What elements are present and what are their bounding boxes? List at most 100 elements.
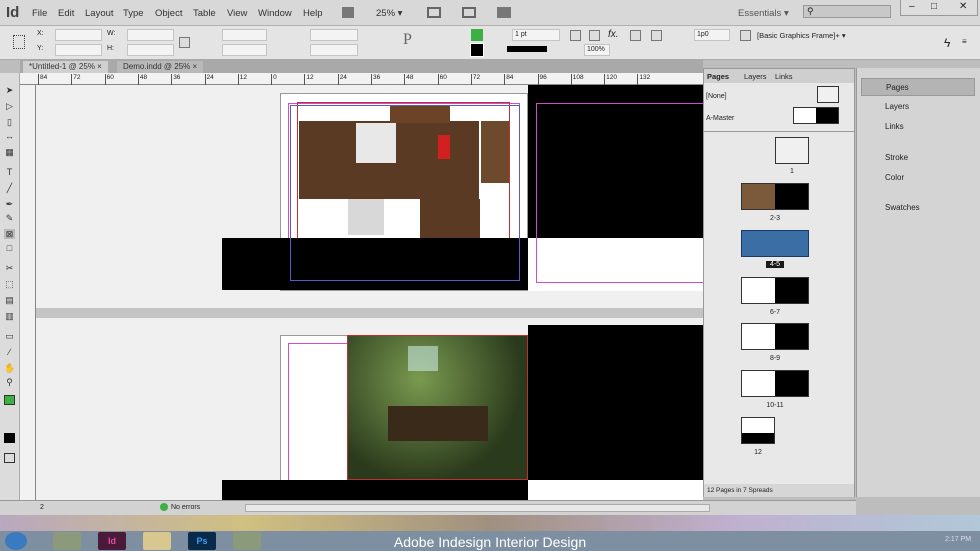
dining-room-image[interactable] [347, 335, 528, 480]
menu-table[interactable]: Table [193, 8, 216, 19]
search-input[interactable]: ⚲ [803, 5, 891, 18]
tab-layers[interactable]: Layers [744, 72, 767, 81]
tab-links[interactable]: Links [775, 72, 793, 81]
page-thumb-1[interactable] [775, 137, 809, 164]
apply-color-icon[interactable] [4, 433, 15, 443]
zoom-tool-icon[interactable]: ⚲ [4, 377, 15, 387]
reference-point-icon[interactable] [13, 35, 25, 49]
content-collector-icon[interactable]: ▦ [4, 147, 15, 157]
preflight-status[interactable]: No errors [171, 504, 200, 511]
page-thumb-10-11[interactable] [741, 370, 809, 397]
document-canvas[interactable] [36, 85, 703, 500]
zoom-level-dropdown[interactable]: 25% ▾ [376, 8, 402, 19]
effects-icon[interactable]: fx. [608, 29, 619, 40]
vertical-ruler[interactable] [20, 85, 36, 500]
workspace-switcher[interactable]: Essentials ▾ [738, 8, 789, 19]
rotation-field[interactable] [310, 29, 358, 41]
close-button[interactable]: ✕ [959, 1, 967, 12]
rectangle-frame-tool-icon[interactable]: ⊠ [4, 229, 15, 239]
gradient-tool-icon[interactable]: ▤ [4, 295, 15, 305]
black-frame[interactable] [528, 325, 703, 480]
menu-view[interactable]: View [227, 8, 247, 19]
screen-mode-icon[interactable] [462, 7, 476, 18]
pen-tool-icon[interactable]: ✒ [4, 199, 15, 209]
type-tool-icon[interactable]: T [4, 167, 15, 177]
note-tool-icon[interactable]: ▭ [4, 331, 15, 341]
selection-tool-icon[interactable]: ➤ [4, 85, 15, 95]
panel-pages[interactable]: Pages [861, 78, 975, 96]
horizontal-ruler[interactable]: 84 72 60 48 36 24 12 0 12 24 36 48 60 72 84 96 108 120 132 [20, 73, 703, 85]
page-thumb-8-9[interactable] [741, 323, 809, 350]
panel-layers[interactable]: Layers [861, 98, 975, 116]
horizontal-scrollbar[interactable] [245, 504, 710, 512]
page-number-field[interactable]: 2 [40, 504, 44, 511]
rectangle-tool-icon[interactable]: □ [4, 243, 15, 253]
panel-stroke[interactable]: Stroke [861, 149, 975, 167]
height-field[interactable] [127, 44, 174, 56]
free-transform-tool-icon[interactable]: ⬚ [4, 279, 15, 289]
gradient-feather-icon[interactable]: ▥ [4, 311, 15, 321]
text-wrap-icon[interactable] [630, 30, 641, 41]
opacity-field[interactable]: 100% [584, 44, 610, 56]
paragraph-icon[interactable]: P [403, 31, 412, 49]
bridge-icon[interactable] [342, 7, 354, 18]
panel-label: Links [885, 122, 904, 131]
stroke-type-dropdown[interactable] [507, 46, 547, 52]
shear-field[interactable] [310, 44, 358, 56]
gap-tool-icon[interactable]: ↔ [4, 131, 15, 141]
arrange-documents-icon[interactable] [497, 7, 511, 18]
view-options-icon[interactable] [427, 7, 441, 18]
drop-shadow-icon[interactable] [589, 30, 600, 41]
page-thumb-6-7[interactable] [741, 277, 809, 304]
page-thumb-12[interactable] [741, 417, 775, 444]
tab-untitled-1[interactable]: *Untitled-1 @ 25% × [23, 61, 108, 73]
fill-swatch[interactable] [471, 29, 483, 41]
panel-links[interactable]: Links [861, 118, 975, 136]
lightning-icon[interactable]: ϟ [944, 36, 950, 50]
pencil-tool-icon[interactable]: ✎ [4, 213, 15, 223]
wrap-bounding-icon[interactable] [651, 30, 662, 41]
menu-help[interactable]: Help [303, 8, 323, 19]
menu-edit[interactable]: Edit [58, 8, 74, 19]
stroke-swatch[interactable] [470, 43, 484, 57]
close-icon[interactable]: × [97, 62, 102, 71]
x-field[interactable] [55, 29, 102, 41]
direct-selection-tool-icon[interactable]: ▷ [4, 101, 15, 111]
width-field[interactable] [127, 29, 174, 41]
master-a[interactable]: A-Master [706, 115, 734, 122]
frame-fitting-icon[interactable] [570, 30, 581, 41]
master-none-thumb[interactable] [817, 86, 839, 103]
tab-pages[interactable]: Pages [707, 72, 729, 81]
minimize-button[interactable]: – [909, 1, 915, 12]
close-icon[interactable]: × [193, 62, 198, 71]
y-field[interactable] [55, 44, 102, 56]
constrain-proportions-icon[interactable] [179, 37, 190, 48]
object-style-dropdown[interactable]: [Basic Graphics Frame]+ ▾ [757, 31, 846, 40]
fill-stroke-icon[interactable] [4, 395, 15, 405]
scale-y-field[interactable] [222, 44, 267, 56]
panel-color[interactable]: Color [861, 169, 975, 187]
black-frame[interactable] [222, 480, 528, 500]
screen-mode-tool-icon[interactable] [4, 453, 15, 463]
scale-x-field[interactable] [222, 29, 267, 41]
menu-layout[interactable]: Layout [85, 8, 114, 19]
page-thumb-4-5[interactable] [741, 230, 809, 257]
panel-menu-icon[interactable]: ≡ [962, 37, 967, 46]
master-a-thumb[interactable] [793, 107, 839, 124]
master-none[interactable]: [None] [706, 93, 727, 100]
panel-swatches[interactable]: Swatches [861, 199, 975, 217]
offset-field[interactable]: 1p0 [694, 29, 730, 41]
hand-tool-icon[interactable]: ✋ [4, 363, 15, 373]
eyedropper-tool-icon[interactable]: ⁄ [4, 347, 15, 357]
page-tool-icon[interactable]: ▯ [4, 117, 15, 127]
maximize-button[interactable]: □ [931, 1, 937, 12]
stroke-weight-field[interactable]: 1 pt [512, 29, 560, 41]
tab-demo[interactable]: Demo.indd @ 25% × [117, 61, 204, 73]
scissors-tool-icon[interactable]: ✂ [4, 263, 15, 273]
menu-file[interactable]: File [32, 8, 47, 19]
menu-type[interactable]: Type [123, 8, 144, 19]
menu-window[interactable]: Window [258, 8, 292, 19]
line-tool-icon[interactable]: ╱ [4, 183, 15, 193]
page-thumb-2-3[interactable] [741, 183, 809, 210]
menu-object[interactable]: Object [155, 8, 182, 19]
